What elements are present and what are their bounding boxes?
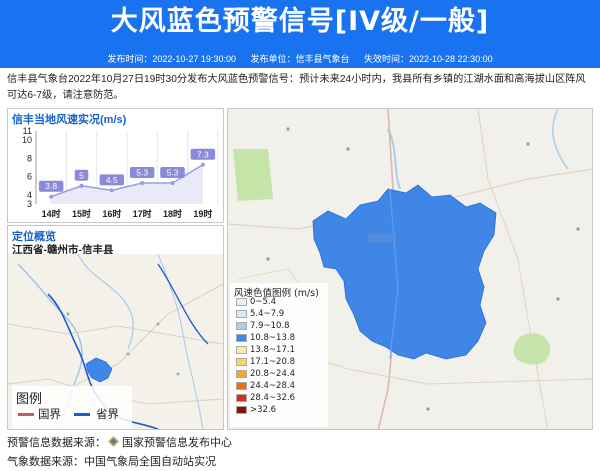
weather-source[interactable]: 中国气象局全国自动站实况 — [84, 456, 216, 468]
weather-source-label: 气象数据来源： — [7, 456, 84, 468]
scale-swatch — [236, 370, 247, 378]
wind-speed-chart: 34 6 8 1011 3.8 14时 5 15时 4.5 16时 5.3 17时 5.3 18时 7.3 1… — [22, 126, 219, 219]
scale-swatch — [236, 382, 247, 390]
wind-speed-panel: 信丰当地风速实况(m/s) 3 4 6 8 10 11 3.8 14时 5 15时 4.5 16时 5.… — [7, 108, 224, 223]
scale-swatch — [236, 334, 247, 342]
chart-data-label: 4.5 — [106, 175, 118, 185]
chart-y-tick: 10 — [22, 135, 32, 145]
warning-source[interactable]: 国家预警信息发布中心 — [122, 437, 232, 449]
chart-y-tick: 8 — [27, 153, 32, 163]
warning-center-logo-icon — [108, 436, 119, 447]
scale-label: 20.8~24.4 — [250, 369, 295, 379]
chart-y-tick: 3 — [27, 199, 32, 209]
scale-label: 13.8~17.1 — [250, 345, 295, 355]
province-border-label: 省界 — [96, 407, 119, 421]
location-panel: 定位概览 江西省-赣州市-信丰县 图例 国界 省界 — [7, 225, 224, 430]
chart-data-label: 3.8 — [45, 181, 57, 191]
scale-swatch — [236, 322, 247, 330]
chart-point — [79, 183, 84, 188]
expire-time: 失效时间：2022-10-28 22:30:00 — [364, 54, 493, 64]
chart-x-tick: 17时 — [133, 208, 152, 219]
scale-swatch — [236, 394, 247, 402]
scale-label: >32.6 — [250, 405, 277, 415]
scale-item: 10.8~13.8 — [236, 333, 295, 344]
scale-item: 0~5.4 — [236, 297, 276, 308]
scale-swatch — [236, 346, 247, 354]
scale-label: 24.4~28.4 — [250, 381, 295, 391]
scale-label: 17.1~20.8 — [250, 357, 295, 367]
scale-item: 5.4~7.9 — [236, 309, 284, 320]
warning-source-line: 预警信息数据来源： 国家预警信息发布中心 — [7, 434, 232, 450]
scale-item: 24.4~28.4 — [236, 381, 295, 392]
publisher: 发布单位：信丰县气象台 — [250, 54, 350, 64]
wind-color-scale: 风速色值图例 (m/s) 0~5.4 5.4~7.9 7.9~10.8 10.8… — [230, 283, 328, 427]
scale-item: 17.1~20.8 — [236, 357, 295, 368]
scale-swatch — [236, 298, 247, 306]
chart-y-tick: 6 — [27, 172, 32, 182]
publish-time: 发布时间：2022-10-27 19:30:00 — [107, 54, 236, 64]
scale-swatch — [236, 406, 247, 414]
national-border-label: 国界 — [38, 407, 61, 421]
weather-source-line: 气象数据来源：中国气象局全国自动站实况 — [7, 453, 216, 469]
chart-point — [49, 194, 54, 199]
legend-title: 图例 — [16, 392, 43, 407]
scale-label: 28.4~32.6 — [250, 393, 295, 403]
scale-label: 5.4~7.9 — [250, 309, 285, 319]
chart-point — [200, 162, 205, 167]
chart-data-label: 5.3 — [136, 168, 148, 178]
scale-item: >32.6 — [236, 405, 276, 416]
scale-item: 7.9~10.8 — [236, 321, 290, 332]
warning-source-label: 预警信息数据来源： — [7, 437, 106, 449]
chart-data-label: 5.3 — [167, 168, 179, 178]
chart-x-tick: 18时 — [163, 208, 182, 219]
scale-item: 28.4~32.6 — [236, 393, 295, 404]
chart-x-tick: 14时 — [42, 208, 61, 219]
scale-label: 10.8~13.8 — [250, 333, 295, 343]
warning-title: 大风蓝色预警信号[IV级/一般] — [110, 6, 490, 37]
scale-item: 20.8~24.4 — [236, 369, 295, 380]
location-legend: 图例 国界 省界 — [12, 386, 132, 429]
scale-label: 0~5.4 — [250, 297, 277, 307]
national-border-swatch — [18, 413, 34, 416]
chart-x-tick: 16时 — [102, 208, 121, 219]
scale-label: 7.9~10.8 — [250, 321, 290, 331]
warning-banner: 大风蓝色预警信号[IV级/一般] — [0, 0, 600, 52]
chart-y-tick: 11 — [23, 126, 32, 136]
chart-x-tick: 15时 — [72, 208, 91, 219]
scale-item: 13.8~17.1 — [236, 345, 295, 356]
chart-point — [140, 181, 145, 186]
province-border-swatch — [74, 413, 90, 416]
chart-data-label: 5 — [79, 170, 84, 180]
chart-y-tick: 4 — [27, 190, 32, 200]
chart-data-label: 7.3 — [197, 149, 209, 159]
warning-description: 信丰县气象台2022年10月27日19时30分发布大风蓝色预警信号：预计未来24… — [7, 74, 586, 101]
scale-swatch — [236, 310, 247, 318]
scale-swatch — [236, 358, 247, 366]
chart-x-tick: 19时 — [193, 208, 212, 219]
warning-meta-bar: 发布时间：2022-10-27 19:30:00 发布单位：信丰县气象台 失效时… — [0, 52, 600, 68]
chart-point — [109, 188, 114, 193]
chart-point — [170, 181, 175, 186]
